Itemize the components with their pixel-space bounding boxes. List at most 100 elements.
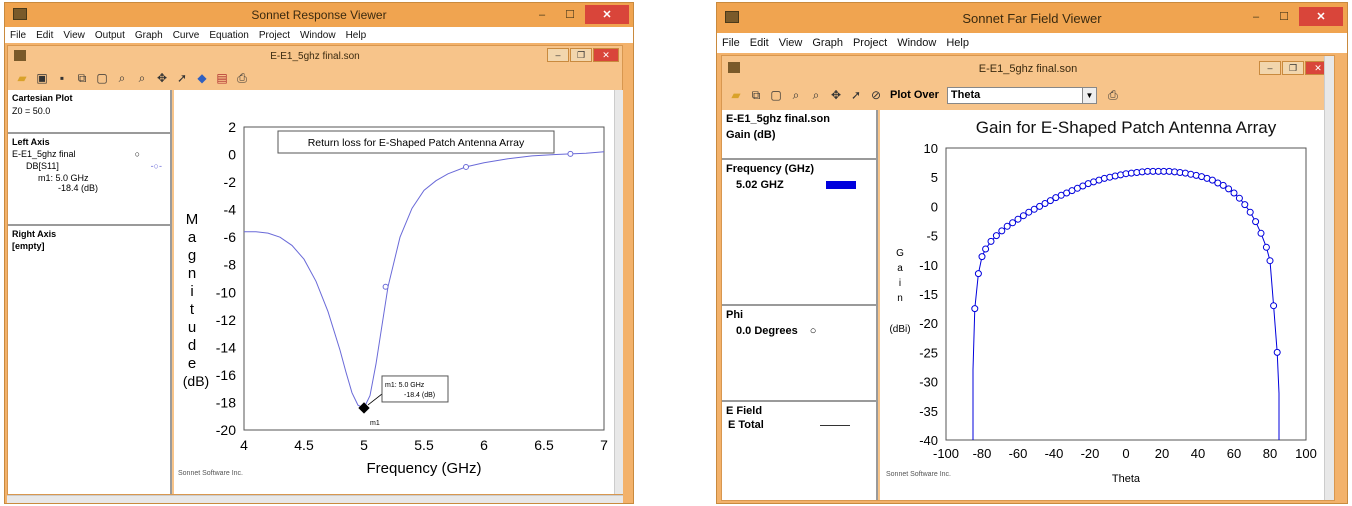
save-icon[interactable]: ▣ [34,70,50,86]
pointer-icon[interactable]: ➚ [848,87,864,103]
return-loss-chart[interactable]: 2 0 -2 -4 -6 -8 -10 -12 -14 -16 -18 -204 4.5 5 5.5 6 6.5… [174,90,614,494]
menu-graph[interactable]: Graph [130,30,168,41]
pan-icon[interactable]: ✥ [154,70,170,86]
plot-over-select[interactable]: Theta ▼ [946,86,1097,104]
child-minimize-button[interactable]: – [1259,61,1281,75]
efield-entry[interactable]: E Total [726,419,872,431]
curve-entry[interactable]: DB[S11] -○- [12,161,166,171]
page-icon[interactable]: ▢ [768,87,784,103]
menu-project[interactable]: Project [254,30,295,41]
y-tick-label: -14 [216,339,236,355]
child-restore-button[interactable]: ❐ [1282,61,1304,75]
file-section: E-E1_5ghz final.son Gain (dB) [722,110,876,160]
close-button[interactable]: ✕ [1299,7,1343,26]
zoom-out-icon[interactable]: ⌕ [134,70,150,86]
menu-view[interactable]: View [58,30,90,41]
menu-file[interactable]: File [717,37,745,49]
copy-icon[interactable]: ⧉ [74,70,90,86]
open-icon[interactable]: ▰ [728,87,744,103]
marker-m1-box-line2: -18.4 (dB) [404,392,435,399]
phi-header: Phi [726,309,744,321]
far-field-titlebar[interactable]: Sonnet Far Field Viewer – ☐ ✕ [717,3,1347,33]
y-axis-label-letter: i [899,278,901,289]
maximize-button[interactable]: ☐ [557,5,583,24]
menu-edit[interactable]: Edit [31,30,58,41]
menu-help[interactable]: Help [941,37,974,49]
child-close-button[interactable]: ✕ [593,48,619,62]
gain-chart[interactable]: Gain for E-Shaped Patch Antenna Array 10 5… [880,110,1324,500]
toolbar: ▰ ⧉ ▢ ⌕ ⌕ ✥ ➚ ⊘ Plot Over Theta ▼ ⎙ [722,82,1334,108]
y-tick-label: -20 [919,316,938,331]
child-restore-button[interactable]: ❐ [570,48,592,62]
data-point-marker [992,232,1000,240]
return-loss-plot-area[interactable]: 2 0 -2 -4 -6 -8 -10 -12 -14 -16 -18 -20 4 4.5 5 5.5 6 6.5… [174,90,614,494]
menu-project[interactable]: Project [848,37,892,49]
y-tick-label: 5 [931,170,938,185]
menu-output[interactable]: Output [90,30,130,41]
x-axis-label: Theta [1112,473,1141,485]
plot-over-label: Plot Over [890,89,939,101]
frequency-value: 5.02 GHZ [736,179,784,191]
child-titlebar[interactable]: E-E1_5ghz final.son – ❐ ✕ [722,56,1334,82]
window-title: Sonnet Far Field Viewer [962,10,1102,26]
x-tick-label: 6.5 [534,437,554,453]
child-titlebar[interactable]: E-E1_5ghz final.son – ❐ ✕ [8,46,622,66]
child-minimize-button[interactable]: – [547,48,569,62]
pointer-icon[interactable]: ➚ [174,70,190,86]
menu-graph[interactable]: Graph [807,37,848,49]
response-viewer-titlebar[interactable]: Sonnet Response Viewer – ☐ ✕ [5,3,633,27]
close-button[interactable]: ✕ [585,5,629,24]
chevron-down-icon[interactable]: ▼ [1081,87,1096,103]
x-tick-label: -60 [1009,446,1028,461]
minimize-button[interactable]: – [529,5,555,24]
file-entry[interactable]: E-E1_5ghz final ○ [12,149,166,159]
maximize-button[interactable]: ☐ [1271,7,1297,26]
horizontal-scrollbar[interactable] [7,495,623,503]
marker-icon[interactable]: ◆ [194,70,210,86]
menu-window[interactable]: Window [295,30,341,41]
y-tick-label: -5 [926,229,938,244]
data-point-marker [978,253,986,261]
print-icon[interactable]: ⎙ [234,70,250,86]
minimize-button[interactable]: – [1243,7,1269,26]
print-icon[interactable]: ⎙ [1105,87,1121,103]
data-point-marker [971,305,979,313]
data-point-marker [1235,194,1243,202]
menu-curve[interactable]: Curve [168,30,205,41]
x-tick-label: -40 [1045,446,1064,461]
z0-label: Z0 = 50.0 [12,106,51,116]
page-icon[interactable]: ▢ [94,70,110,86]
y-tick-label: -35 [919,404,938,419]
zoom-in-icon[interactable]: ⌕ [788,87,804,103]
link-icon[interactable]: ⊘ [868,87,884,103]
menu-view[interactable]: View [774,37,808,49]
settings-icon[interactable]: ▤ [214,70,230,86]
data-point-marker [1252,218,1260,226]
data-point-marker [1219,181,1227,189]
vertical-scrollbar[interactable] [614,90,623,494]
zoom-in-icon[interactable]: ⌕ [114,70,130,86]
phi-entry[interactable]: 0.0 Degrees ○ [726,325,872,337]
x-tick-label: 40 [1191,446,1205,461]
menu-window[interactable]: Window [892,37,941,49]
marker-m1-name: m1 [370,420,380,427]
menu-edit[interactable]: Edit [745,37,774,49]
menu-help[interactable]: Help [341,30,372,41]
y-axis-label-letter: d [188,337,196,354]
frequency-entry[interactable]: 5.02 GHZ [726,179,872,191]
y-tick-label: -10 [216,284,236,300]
data-point-marker [1262,243,1270,251]
data-point-marker [987,237,995,245]
menu-equation[interactable]: Equation [204,30,253,41]
open-icon[interactable]: ▰ [14,70,30,86]
right-axis-section: Right Axis [empty] [8,226,170,254]
plot-type-label: Cartesian Plot [12,93,73,103]
zoom-out-icon[interactable]: ⌕ [808,87,824,103]
copy-icon[interactable]: ⧉ [748,87,764,103]
disk-icon[interactable]: ▪ [54,70,70,86]
vertical-scrollbar[interactable] [1324,56,1334,500]
menu-file[interactable]: File [5,30,31,41]
gain-plot-area[interactable]: Gain for E-Shaped Patch Antenna Array 10 5… [880,110,1324,500]
pan-icon[interactable]: ✥ [828,87,844,103]
y-tick-label: -2 [224,174,237,190]
